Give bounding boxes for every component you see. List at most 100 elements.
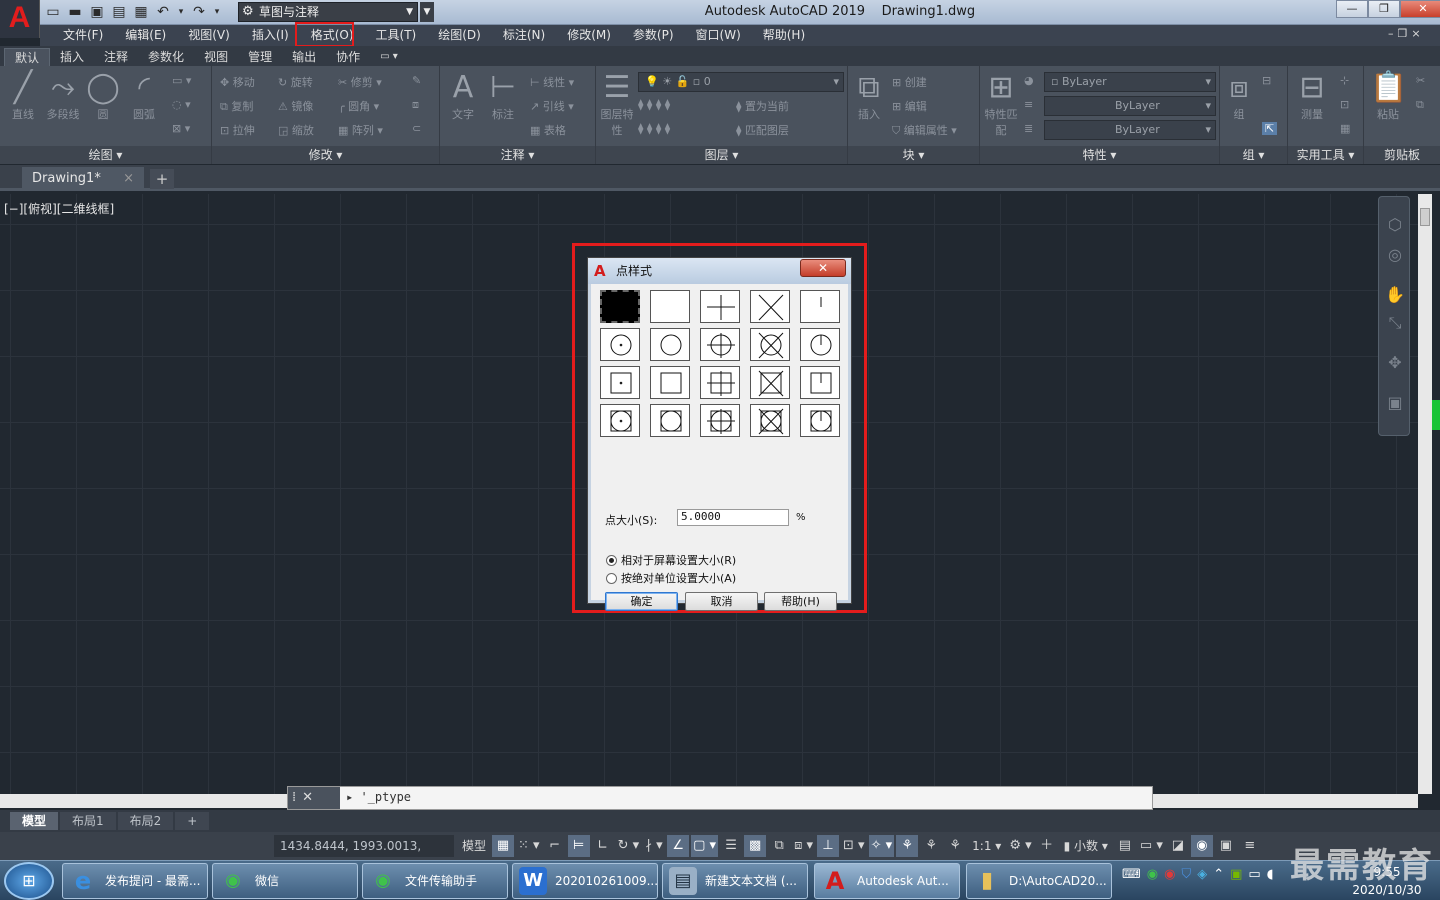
application-menu-button[interactable]: A — [0, 0, 40, 38]
tool-fillet[interactable]: ╭ 圆角 ▾ — [338, 98, 379, 114]
minimize-button[interactable]: — — [1336, 0, 1368, 18]
clean-screen-icon[interactable]: ▣ — [1215, 835, 1237, 857]
task-explorer[interactable]: ▮ D:\AutoCAD20... — [966, 863, 1112, 899]
pan-hand-icon[interactable]: ✋ — [1385, 285, 1405, 305]
menu-dimension[interactable]: 标注(N) — [492, 25, 556, 46]
lock-ui-icon[interactable]: ▭ ▾ — [1138, 835, 1165, 857]
point-style-option[interactable] — [650, 328, 690, 361]
tool-stretch[interactable]: ⊡ 拉伸 — [220, 122, 255, 138]
color-dropdown[interactable]: ▫ ByLayer ▾ — [1044, 72, 1216, 92]
save-as-icon[interactable]: ▤ — [110, 3, 128, 21]
panel-clipboard-title[interactable]: 剪贴板 — [1364, 146, 1440, 164]
point-style-option[interactable] — [600, 290, 640, 323]
cancel-button[interactable]: 取消 — [685, 592, 758, 611]
maximize-button[interactable]: ❐ — [1368, 0, 1400, 18]
auto-scale-icon[interactable]: ⚘ — [920, 835, 942, 857]
shield-icon[interactable]: ⛉ — [1181, 867, 1191, 882]
scrollbar-thumb[interactable] — [1420, 208, 1430, 226]
calculator-icon[interactable]: ▦ — [1340, 122, 1350, 135]
isolate-objects-icon[interactable]: ◪ — [1167, 835, 1189, 857]
viewcube-icon[interactable]: ⬡ — [1385, 215, 1405, 235]
menu-modify[interactable]: 修改(M) — [556, 25, 622, 46]
panel-annotation-title[interactable]: 注释 ▾ — [440, 146, 595, 164]
panel-properties-title[interactable]: 特性 ▾ — [980, 146, 1219, 164]
undo-dropdown-icon[interactable]: ▾ — [176, 3, 186, 21]
keyboard-icon[interactable]: ⌨ — [1122, 867, 1141, 882]
menu-draw[interactable]: 绘图(D) — [427, 25, 492, 46]
task-autocad[interactable]: A Autodesk Aut... — [814, 863, 960, 899]
menu-parametric[interactable]: 参数(P) — [622, 25, 685, 46]
annotation-scale-icon[interactable]: ⚘ — [944, 835, 966, 857]
hatch-icon[interactable]: ◌ ▾ — [172, 98, 191, 111]
quick-properties-icon[interactable]: ▤ — [1114, 835, 1136, 857]
lineweight-dropdown[interactable]: ByLayer ▾ — [1044, 120, 1216, 140]
tool-line[interactable]: ╱ 直线 — [6, 70, 40, 122]
point-style-option[interactable] — [700, 290, 740, 323]
add-layout-button[interactable]: + — [175, 812, 210, 830]
command-input[interactable]: ▸ '_ptype — [346, 790, 411, 804]
ortho-icon[interactable]: ∟ — [592, 835, 614, 857]
annotation-visibility-icon[interactable]: ⚘ — [896, 835, 919, 857]
tool-measure[interactable]: ⊟ 测量 — [1292, 70, 1332, 122]
command-line-controls[interactable]: ⁞✕🔧 — [288, 787, 340, 827]
tool-match-properties[interactable]: ⊞ 特性匹配 — [984, 70, 1018, 138]
point-size-input[interactable]: 5.0000 — [677, 509, 789, 526]
layer-dropdown[interactable]: 💡 ☀ 🔓 ▫ 0 ▾ — [638, 72, 844, 92]
help-button[interactable]: 帮助(H) — [764, 592, 837, 611]
tool-match-layer[interactable]: ⧫ 匹配图层 — [736, 122, 789, 138]
workspace-gear-icon[interactable]: ⚙ ▾ — [1007, 835, 1033, 857]
tool-rotate[interactable]: ↻ 旋转 — [278, 74, 313, 90]
point-style-option[interactable] — [800, 290, 840, 323]
point-style-option[interactable] — [650, 404, 690, 437]
point-style-option[interactable] — [650, 290, 690, 323]
document-window-controls[interactable]: –❐× — [1388, 27, 1425, 40]
radio-absolute-size[interactable]: 按绝对单位设置大小(A) — [606, 570, 736, 586]
tool-text[interactable]: A 文字 — [446, 70, 480, 122]
point-style-option[interactable] — [700, 404, 740, 437]
zoom-icon[interactable]: ⤡ — [1385, 313, 1405, 333]
offset-icon[interactable]: ⊂ — [412, 122, 421, 135]
tab-default[interactable]: 默认 — [4, 48, 51, 66]
tool-scale[interactable]: ◲ 缩放 — [278, 122, 314, 138]
print-icon[interactable]: ▦ — [132, 3, 150, 21]
tool-edit-attributes[interactable]: ⛉ 编辑属性 ▾ — [892, 122, 957, 138]
panel-draw-title[interactable]: 绘图 ▾ — [0, 146, 211, 164]
task-file-transfer[interactable]: ◉ 文件传输助手 — [362, 863, 508, 899]
tool-move[interactable]: ✥ 移动 — [220, 74, 255, 90]
tab-parametric[interactable]: 参数化 — [138, 48, 194, 66]
command-line[interactable]: ⁞✕🔧 ▸ '_ptype — [287, 786, 1153, 827]
task-ie-browser[interactable]: e 发布提问 - 最需... — [62, 863, 208, 899]
tool-paste[interactable]: 📋 粘贴 — [1370, 70, 1407, 122]
annotation-scale-value[interactable]: 1:1 ▾ — [968, 835, 1005, 857]
wechat-tray-icon[interactable]: ◉ — [1147, 867, 1158, 882]
object-snap-icon[interactable]: ▢ ▾ — [691, 835, 719, 857]
workspace-selector[interactable]: ⚙ 草图与注释 ▼ — [238, 2, 418, 22]
object-snap-tracking-icon[interactable]: ∠ — [667, 835, 690, 857]
tool-copy[interactable]: ⧉ 复制 — [220, 98, 253, 114]
redo-icon[interactable]: ↷ — [190, 3, 208, 21]
isodraft-icon[interactable]: ∤ ▾ — [643, 835, 665, 857]
tab-manage[interactable]: 管理 — [238, 48, 282, 66]
menu-view[interactable]: 视图(V) — [177, 25, 241, 46]
tab-model[interactable]: 模型 — [10, 812, 59, 830]
linetype-icon[interactable]: ≡ — [1024, 98, 1033, 111]
menu-edit[interactable]: 编辑(E) — [114, 25, 177, 46]
new-tab-button[interactable]: + — [150, 169, 174, 189]
tool-polyline[interactable]: ⤳ 多段线 — [44, 70, 82, 122]
volume-icon[interactable]: ◖ — [1267, 867, 1274, 882]
polar-icon[interactable]: ↻ ▾ — [616, 835, 642, 857]
panel-modify-title[interactable]: 修改 ▾ — [212, 146, 439, 164]
panel-utilities-title[interactable]: 实用工具 ▾ — [1288, 146, 1363, 164]
tab-output[interactable]: 输出 — [282, 48, 326, 66]
start-button[interactable]: ⊞ — [4, 862, 54, 900]
selection-cycling-icon[interactable]: ⧉ — [768, 835, 790, 857]
point-style-option[interactable] — [600, 366, 640, 399]
hardware-acceleration-icon[interactable]: ◉ — [1190, 835, 1213, 857]
point-style-option[interactable] — [650, 366, 690, 399]
panel-layers-title[interactable]: 图层 ▾ — [596, 146, 847, 164]
group-select-icon[interactable]: ⇱ — [1262, 122, 1278, 135]
panel-groups-title[interactable]: 组 ▾ — [1220, 146, 1287, 164]
task-wechat[interactable]: ◉ 微信 — [212, 863, 358, 899]
viewport-controls[interactable]: [−][俯视][二维线框] — [4, 200, 114, 217]
tab-layout2[interactable]: 布局2 — [117, 812, 174, 830]
